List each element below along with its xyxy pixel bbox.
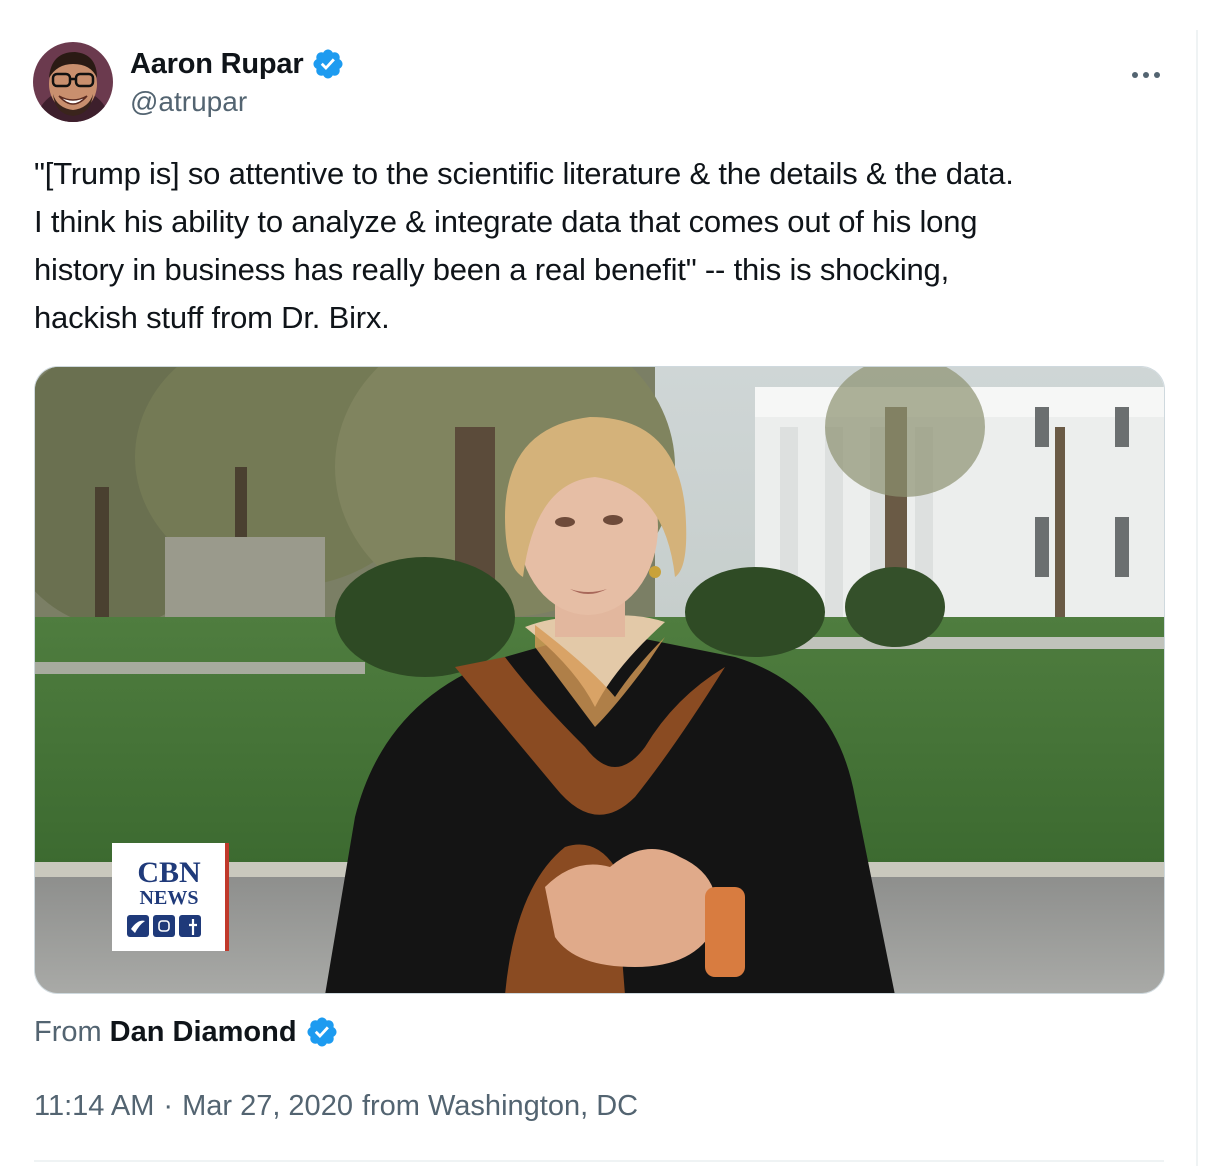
tweet-text-line: hackish stuff from Dr. Birx. [34,300,390,335]
tweet-text-line: history in business has really been a re… [34,252,950,287]
avatar[interactable] [33,42,113,122]
dot [1143,72,1149,78]
more-options-icon[interactable] [1126,60,1166,90]
author-display-name[interactable]: Aaron Rupar [130,48,304,81]
author-handle[interactable]: @atrupar [130,86,247,118]
bottom-divider [34,1160,1164,1162]
video-media[interactable]: CBN NEWS [34,366,1165,994]
tweet-date[interactable]: Mar 27, 2020 [182,1090,353,1123]
right-divider [1196,30,1198,1166]
tweet-metadata: 11:14 AM · Mar 27, 2020 from Washington,… [34,1090,638,1123]
dot [1132,72,1138,78]
verified-badge-icon [305,1015,339,1049]
tweet-location: from Washington, DC [361,1090,639,1122]
source-account-name[interactable]: Dan Diamond [110,1016,297,1049]
tweet-text: "[Trump is] so attentive to the scientif… [34,150,1174,342]
cbn-logo-line2: NEWS [140,887,199,909]
avatar-image [33,42,113,122]
meta-separator: · [163,1090,174,1122]
tweet-text-line: "[Trump is] so attentive to the scientif… [34,156,1014,191]
tweet-time[interactable]: 11:14 AM [34,1090,154,1123]
dot [1154,72,1160,78]
verified-badge-icon [311,47,345,81]
from-label: From [34,1015,102,1048]
tweet-text-line: I think his ability to analyze & integra… [34,204,978,239]
cbn-logo-line1: CBN [137,856,201,889]
video-frame: CBN NEWS [35,367,1164,993]
